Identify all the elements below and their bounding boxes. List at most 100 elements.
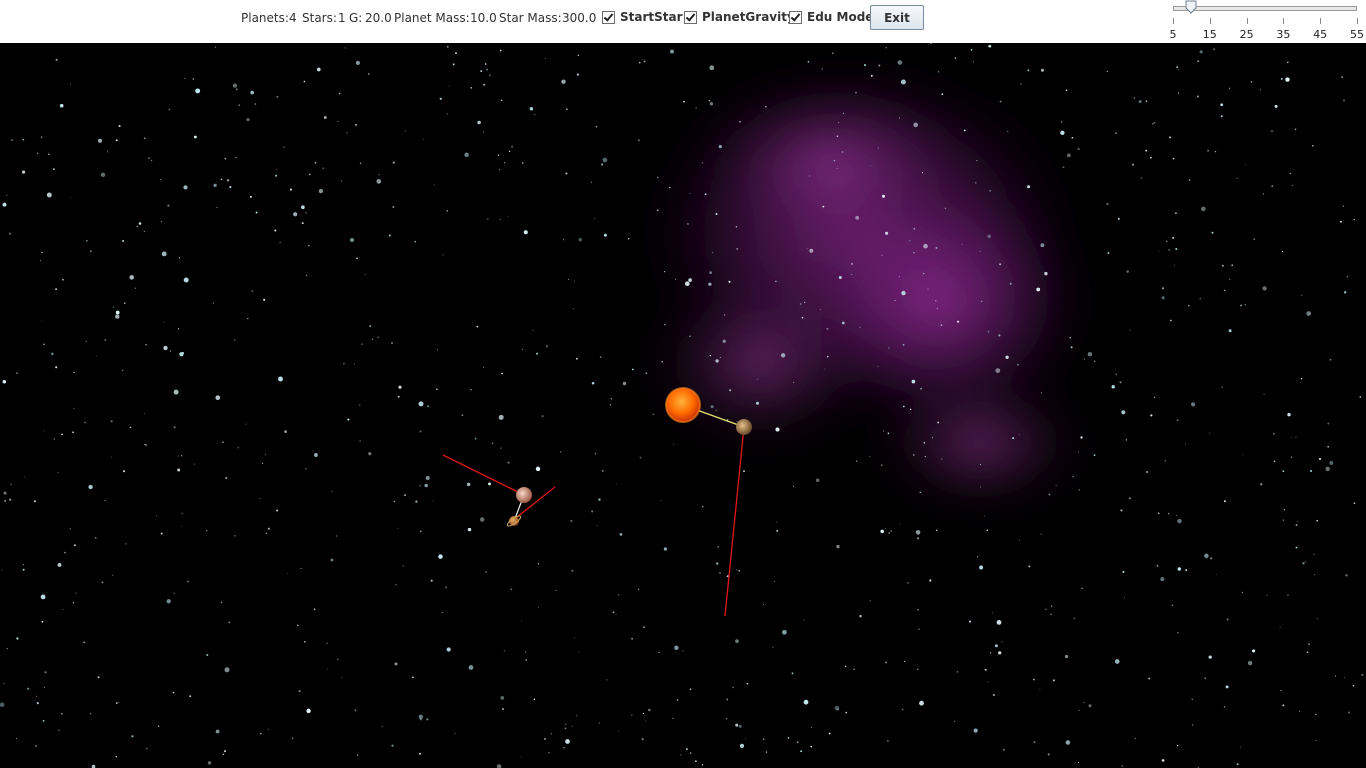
background-star xyxy=(40,136,43,138)
background-star xyxy=(533,698,536,701)
background-star xyxy=(815,478,820,483)
speed-slider[interactable]: 5 15 25 35 45 55 xyxy=(1170,0,1366,43)
background-star xyxy=(115,310,120,315)
star-mass-value: 300.0 xyxy=(562,11,597,25)
background-star xyxy=(216,207,218,209)
background-star xyxy=(41,620,44,623)
exit-button[interactable]: Exit xyxy=(870,5,924,30)
background-star xyxy=(441,611,443,613)
slider-thumb[interactable] xyxy=(1185,0,1197,14)
background-star xyxy=(776,521,778,523)
background-star xyxy=(1253,238,1256,240)
background-star xyxy=(1060,121,1063,123)
planet[interactable] xyxy=(516,487,532,503)
background-star xyxy=(645,372,648,375)
background-star xyxy=(735,226,738,228)
background-star xyxy=(1153,122,1156,124)
background-star xyxy=(1050,613,1052,616)
background-star xyxy=(181,526,182,527)
background-star xyxy=(801,316,804,319)
background-star xyxy=(151,159,153,161)
background-star xyxy=(1002,748,1005,751)
background-star xyxy=(1064,654,1069,659)
background-star xyxy=(712,251,714,254)
background-star xyxy=(924,455,926,458)
edu-mode-checkbox[interactable]: Edu Mode xyxy=(789,10,873,24)
checkbox-box[interactable] xyxy=(684,10,697,24)
background-star xyxy=(262,462,264,464)
background-star xyxy=(511,145,514,148)
background-star xyxy=(392,161,395,164)
background-star xyxy=(746,682,749,685)
background-star xyxy=(1302,562,1305,565)
background-star xyxy=(987,330,990,333)
background-star xyxy=(936,307,938,309)
background-star xyxy=(782,629,787,635)
background-star xyxy=(166,599,171,604)
background-star xyxy=(559,451,562,453)
background-star xyxy=(1316,519,1319,522)
background-star xyxy=(1028,565,1031,568)
background-star xyxy=(888,347,890,349)
background-star xyxy=(522,162,524,164)
background-star xyxy=(859,614,862,618)
background-star xyxy=(255,211,258,214)
slider-track[interactable] xyxy=(1173,6,1357,11)
background-star xyxy=(756,378,758,380)
background-star xyxy=(1158,251,1160,252)
background-star xyxy=(284,430,287,433)
background-star xyxy=(992,612,994,614)
background-star xyxy=(61,433,63,436)
planet-gravity-checkbox[interactable]: PlanetGravity xyxy=(684,10,795,24)
sun-star[interactable] xyxy=(665,387,701,423)
background-star xyxy=(887,740,889,742)
background-star xyxy=(53,168,55,171)
background-star xyxy=(312,450,314,452)
background-star xyxy=(1334,675,1337,677)
stars-label: Stars: xyxy=(302,11,337,25)
background-star xyxy=(1119,381,1122,384)
background-star xyxy=(1341,76,1344,78)
background-star xyxy=(1191,724,1194,726)
background-star xyxy=(799,303,802,305)
planet[interactable] xyxy=(736,419,752,435)
start-star-checkbox[interactable]: StartStar xyxy=(602,10,683,24)
background-star xyxy=(275,174,278,177)
checkbox-box[interactable] xyxy=(602,10,615,24)
slider-tick-label: 55 xyxy=(1350,28,1364,41)
background-star xyxy=(381,726,383,728)
background-star xyxy=(658,651,660,654)
gravity-constant-value: 20.0 xyxy=(365,11,392,25)
background-star xyxy=(688,278,692,282)
background-star xyxy=(500,99,503,102)
background-star xyxy=(686,222,689,225)
background-star xyxy=(419,530,422,533)
background-star xyxy=(318,188,324,194)
background-star xyxy=(222,441,224,444)
background-star xyxy=(732,686,734,689)
planet-mass-label: Planet Mass: xyxy=(394,11,470,25)
checkbox-box[interactable] xyxy=(789,10,802,24)
background-star xyxy=(643,626,645,628)
background-star xyxy=(598,498,601,501)
background-star xyxy=(627,238,630,240)
background-star xyxy=(48,153,50,156)
background-star xyxy=(1223,500,1226,503)
background-star xyxy=(499,169,500,171)
background-star xyxy=(1121,765,1123,767)
background-star xyxy=(968,620,972,623)
background-star xyxy=(1051,605,1053,607)
background-star xyxy=(570,519,573,523)
background-star xyxy=(112,306,114,308)
background-star xyxy=(869,455,871,457)
background-star xyxy=(859,326,861,328)
background-star xyxy=(145,344,147,346)
background-star xyxy=(1115,373,1118,376)
background-star xyxy=(287,572,288,574)
simulation-canvas[interactable] xyxy=(0,43,1366,768)
background-star xyxy=(355,60,360,65)
background-star xyxy=(826,327,829,330)
background-star xyxy=(1295,524,1298,526)
background-star xyxy=(41,251,43,254)
background-star xyxy=(425,475,430,481)
